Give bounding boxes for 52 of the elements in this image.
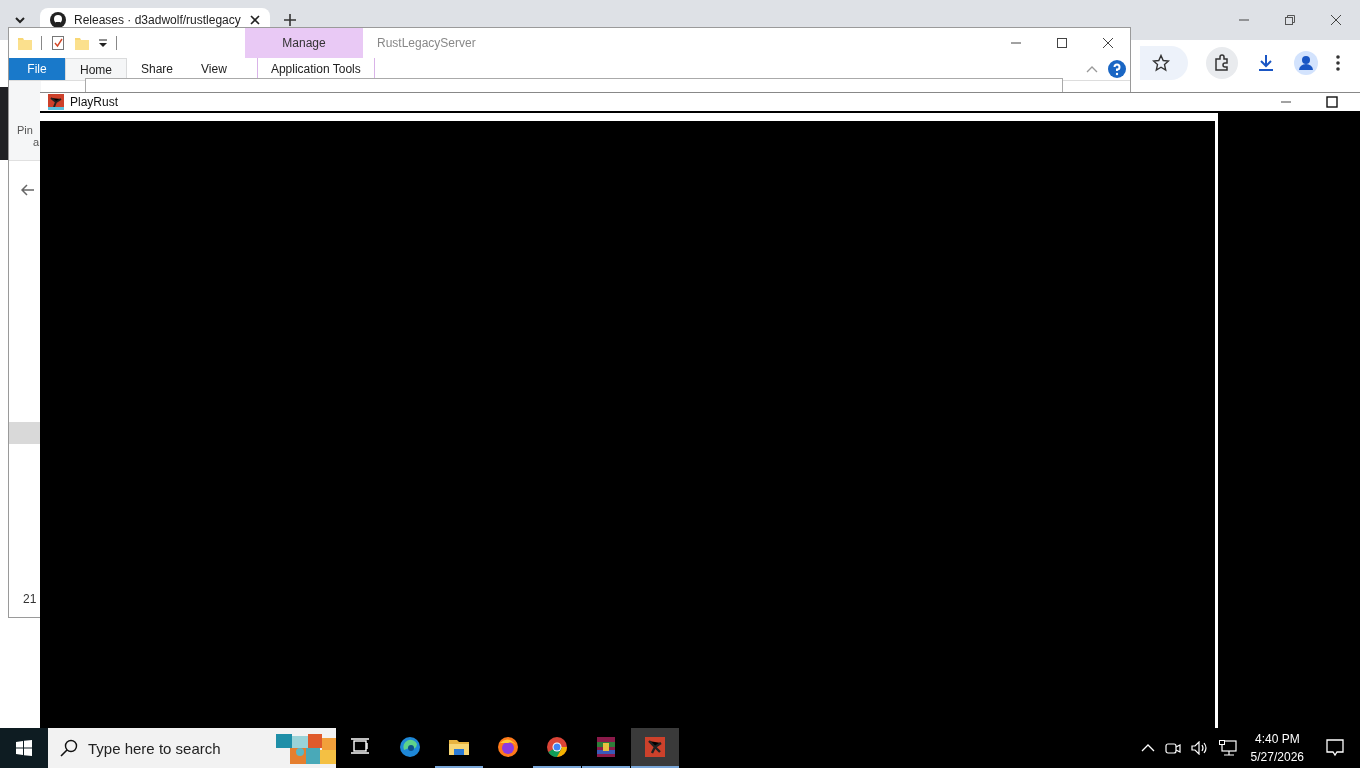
taskbar-button[interactable] [631,728,679,768]
context-tab-header: Manage [245,28,363,58]
restore-icon[interactable] [1284,14,1296,26]
properties-icon[interactable] [50,35,66,51]
ribbon-label: Pin [17,124,33,136]
search-field[interactable]: Type here to search [86,738,260,758]
close-icon[interactable] [1330,14,1342,26]
star-icon[interactable] [1152,54,1170,72]
address-bar[interactable] [1140,46,1188,80]
ribbon-label: a [33,136,40,148]
new-tab-icon[interactable] [284,14,296,26]
back-arrow-icon[interactable] [21,184,35,196]
archive-icon [596,737,616,757]
folder-icon [449,737,469,757]
download-icon[interactable] [1256,53,1276,73]
clock[interactable]: 4:40 PM 5/27/2026 [1250,730,1304,766]
dropdown-icon[interactable] [98,38,108,48]
speaker-icon[interactable] [1190,741,1209,755]
task-view-icon [351,737,371,757]
collapse-ribbon-icon[interactable] [1086,65,1098,73]
ribbon-tab[interactable]: Share [127,58,188,80]
edge-browser-icon [400,737,420,757]
clock-date: 5/27/2026 [1250,749,1304,766]
chrome-icon [547,737,567,757]
search-box[interactable]: Type here to search [48,728,336,768]
chevron-up-icon[interactable] [1140,744,1155,752]
network-icon[interactable] [1218,740,1237,756]
camera-icon[interactable] [1164,741,1181,755]
extensions-button[interactable] [1206,47,1238,79]
maximize-icon[interactable] [1056,37,1068,49]
ribbon-tab[interactable]: Home [65,58,127,80]
file-menu-button[interactable]: File [9,58,65,80]
game-app-icon [645,737,665,757]
clock-time: 4:40 PM [1253,731,1301,748]
windows-logo-icon [16,740,32,756]
menu-icon[interactable] [1336,55,1340,71]
profile-icon[interactable] [1294,51,1318,75]
help-icon[interactable] [1108,60,1126,78]
search-icon [60,739,78,757]
firefox-icon [498,737,518,757]
start-button[interactable] [0,728,48,768]
puzzle-piece-icon [1213,54,1231,72]
tab-list-icon[interactable] [14,14,26,26]
selected-row[interactable] [9,422,41,444]
status-text: 21 [23,592,37,606]
window-title: RustLegacyServer [377,36,476,50]
close-icon[interactable] [1102,37,1114,49]
notification-icon[interactable] [1326,739,1344,757]
window-title: PlayRust [70,95,119,109]
maximize-icon[interactable] [1326,96,1338,108]
close-icon[interactable] [250,15,260,25]
ribbon-tab[interactable]: View [187,58,241,80]
